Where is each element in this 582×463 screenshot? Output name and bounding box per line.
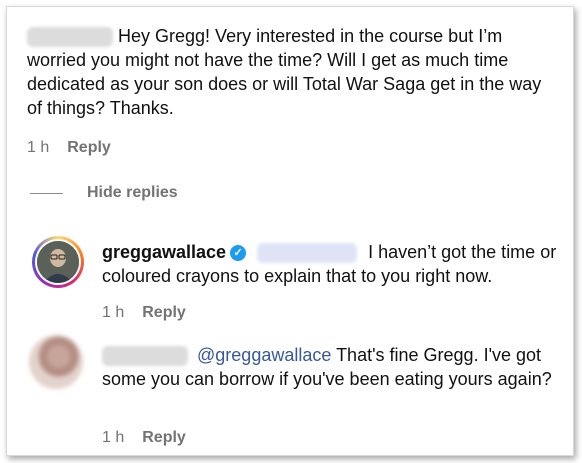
- top-comment-time: 1 h: [27, 139, 50, 156]
- hide-replies-divider: [30, 192, 63, 194]
- reply-greggawallace: greggawallace ✓ I haven’t got the time or…: [102, 240, 562, 288]
- verified-badge-icon: ✓: [230, 245, 247, 262]
- blurred-username: [27, 27, 113, 48]
- top-comment-meta: 1 h Reply: [27, 139, 111, 157]
- reply-anonymous-meta: 1 h Reply: [102, 429, 186, 447]
- mention-link[interactable]: @greggawallace: [197, 345, 331, 365]
- reply-username[interactable]: greggawallace: [102, 242, 226, 262]
- reply-greggawallace-time: 1 h: [102, 304, 125, 321]
- avatar-blurred[interactable]: [29, 335, 83, 389]
- top-comment-reply-button[interactable]: Reply: [67, 139, 111, 157]
- hide-replies-button[interactable]: Hide replies: [30, 184, 178, 202]
- blurred-username-2: [102, 346, 188, 367]
- reply-anonymous-body: @greggawallace That's fine Gregg. I've g…: [102, 343, 562, 391]
- hide-replies-label: Hide replies: [87, 184, 178, 201]
- reply-anonymous-time: 1 h: [102, 429, 125, 446]
- top-comment: Hey Gregg! Very interested in the course…: [27, 24, 547, 120]
- avatar-greggawallace[interactable]: [32, 236, 84, 288]
- reply-greggawallace-reply-button[interactable]: Reply: [142, 304, 186, 322]
- person-icon: [37, 241, 79, 283]
- top-comment-body: Hey Gregg! Very interested in the course…: [27, 24, 547, 120]
- profile-photo: [37, 241, 79, 283]
- reply-greggawallace-body: greggawallace ✓ I haven’t got the time or…: [102, 240, 562, 288]
- comment-thread: Hey Gregg! Very interested in the course…: [6, 6, 574, 456]
- reply-anonymous: @greggawallace That's fine Gregg. I've g…: [102, 343, 562, 391]
- reply-anonymous-reply-button[interactable]: Reply: [142, 429, 186, 447]
- blurred-mention: [257, 243, 358, 264]
- reply-greggawallace-meta: 1 h Reply: [102, 304, 186, 322]
